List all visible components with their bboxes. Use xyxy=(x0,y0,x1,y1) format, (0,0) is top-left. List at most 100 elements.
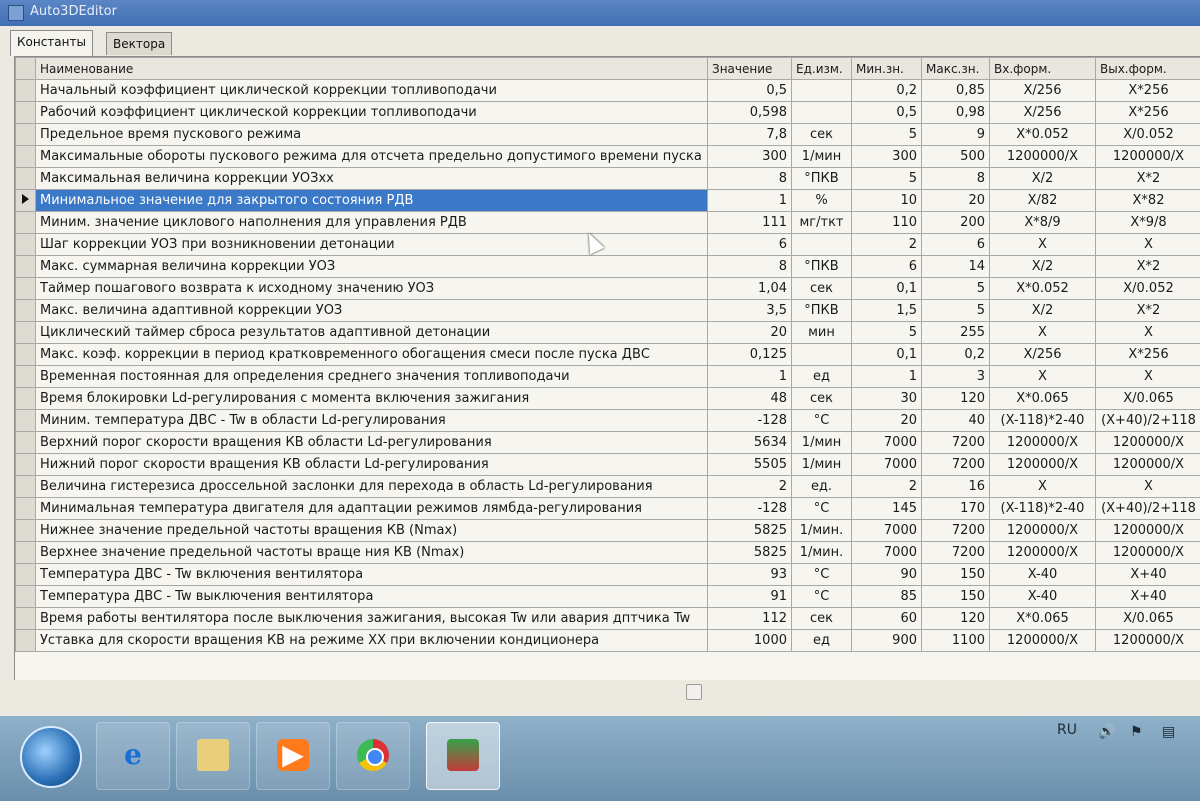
cell-value[interactable]: 5505 xyxy=(707,453,792,476)
cell-min[interactable]: 6 xyxy=(851,255,922,278)
cell-unit[interactable]: °ПКВ xyxy=(791,299,852,322)
cell-max[interactable]: 0,2 xyxy=(921,343,990,366)
cell-name[interactable]: Рабочий коэффициент циклической коррекци… xyxy=(35,101,708,124)
row-indicator[interactable] xyxy=(15,255,36,278)
cell-name[interactable]: Минимальное значение для закрытого состо… xyxy=(35,189,708,212)
cell-output-formula[interactable]: X*82 xyxy=(1095,189,1200,212)
cell-name[interactable]: Макс. коэф. коррекции в период кратковре… xyxy=(35,343,708,366)
table-row[interactable]: Нижнее значение предельной частоты враще… xyxy=(15,519,1200,542)
cell-name[interactable]: Шаг коррекции УОЗ при возникновении дето… xyxy=(35,233,708,256)
cell-output-formula[interactable]: X/0.052 xyxy=(1095,277,1200,300)
cell-unit[interactable]: ед xyxy=(791,629,852,652)
cell-value[interactable]: 0,598 xyxy=(707,101,792,124)
cell-name[interactable]: Температура ДВС - Tw выключения вентилят… xyxy=(35,585,708,608)
cell-input-formula[interactable]: 1200000/X xyxy=(989,145,1096,168)
cell-output-formula[interactable]: X xyxy=(1095,365,1200,388)
cell-max[interactable]: 9 xyxy=(921,123,990,146)
cell-unit[interactable]: % xyxy=(791,189,852,212)
cell-min[interactable]: 20 xyxy=(851,409,922,432)
cell-max[interactable]: 200 xyxy=(921,211,990,234)
cell-min[interactable]: 0,5 xyxy=(851,101,922,124)
cell-max[interactable]: 150 xyxy=(921,563,990,586)
table-row[interactable]: Время работы вентилятора после выключени… xyxy=(15,607,1200,630)
cell-input-formula[interactable]: X*0.065 xyxy=(989,387,1096,410)
cell-name[interactable]: Время блокировки Ld-регулирования с моме… xyxy=(35,387,708,410)
cell-name[interactable]: Нижний порог скорости вращения КВ област… xyxy=(35,453,708,476)
cell-min[interactable]: 0,2 xyxy=(851,79,922,102)
cell-unit[interactable]: °C xyxy=(791,585,852,608)
cell-value[interactable]: 7,8 xyxy=(707,123,792,146)
cell-name[interactable]: Верхнее значение предельной частоты вращ… xyxy=(35,541,708,564)
row-indicator[interactable] xyxy=(15,277,36,300)
network-icon[interactable]: ▤ xyxy=(1162,724,1180,740)
cell-value[interactable]: 112 xyxy=(707,607,792,630)
table-row[interactable]: Верхний порог скорости вращения КВ облас… xyxy=(15,431,1200,454)
cell-output-formula[interactable]: X*256 xyxy=(1095,343,1200,366)
row-indicator[interactable] xyxy=(15,585,36,608)
row-indicator[interactable] xyxy=(15,475,36,498)
cell-value[interactable]: 6 xyxy=(707,233,792,256)
cell-unit[interactable] xyxy=(791,233,852,256)
cell-input-formula[interactable]: 1200000/X xyxy=(989,629,1096,652)
cell-max[interactable]: 500 xyxy=(921,145,990,168)
cell-input-formula[interactable]: X-40 xyxy=(989,563,1096,586)
cell-value[interactable]: 1 xyxy=(707,365,792,388)
table-row[interactable]: Время блокировки Ld-регулирования с моме… xyxy=(15,387,1200,410)
cell-value[interactable]: 300 xyxy=(707,145,792,168)
cell-min[interactable]: 1 xyxy=(851,365,922,388)
row-indicator[interactable] xyxy=(15,541,36,564)
cell-unit[interactable]: сек xyxy=(791,387,852,410)
cell-unit[interactable]: мг/ткт xyxy=(791,211,852,234)
cell-value[interactable]: -128 xyxy=(707,497,792,520)
cell-output-formula[interactable]: X*9/8 xyxy=(1095,211,1200,234)
cell-min[interactable]: 0,1 xyxy=(851,277,922,300)
cell-unit[interactable]: 1/мин xyxy=(791,145,852,168)
cell-input-formula[interactable]: X/256 xyxy=(989,101,1096,124)
cell-name[interactable]: Величина гистерезиса дроссельной заслонк… xyxy=(35,475,708,498)
row-indicator[interactable] xyxy=(15,453,36,476)
cell-output-formula[interactable]: X/0.052 xyxy=(1095,123,1200,146)
cell-max[interactable]: 40 xyxy=(921,409,990,432)
auto3deditor-button[interactable] xyxy=(426,722,500,790)
cell-min[interactable]: 7000 xyxy=(851,431,922,454)
cell-max[interactable]: 7200 xyxy=(921,541,990,564)
cell-value[interactable]: 20 xyxy=(707,321,792,344)
cell-output-formula[interactable]: 1200000/X xyxy=(1095,453,1200,476)
cell-name[interactable]: Время работы вентилятора после выключени… xyxy=(35,607,708,630)
cell-min[interactable]: 2 xyxy=(851,233,922,256)
cell-min[interactable]: 30 xyxy=(851,387,922,410)
cell-value[interactable]: 8 xyxy=(707,255,792,278)
cell-input-formula[interactable]: X*0.065 xyxy=(989,607,1096,630)
row-indicator[interactable] xyxy=(15,629,36,652)
cell-value[interactable]: 2 xyxy=(707,475,792,498)
cell-max[interactable]: 7200 xyxy=(921,431,990,454)
row-indicator[interactable] xyxy=(15,299,36,322)
column-header-output-formula[interactable]: Вых.форм. xyxy=(1095,57,1200,80)
cell-name[interactable]: Температура ДВС - Tw включения вентилято… xyxy=(35,563,708,586)
cell-output-formula[interactable]: 1200000/X xyxy=(1095,541,1200,564)
cell-output-formula[interactable]: (X+40)/2+118 xyxy=(1095,497,1200,520)
table-row[interactable]: Рабочий коэффициент циклической коррекци… xyxy=(15,101,1200,124)
row-indicator[interactable] xyxy=(15,387,36,410)
cell-input-formula[interactable]: X xyxy=(989,475,1096,498)
tab-vectors[interactable]: Вектора xyxy=(106,32,173,55)
cell-max[interactable]: 5 xyxy=(921,299,990,322)
row-indicator[interactable] xyxy=(15,497,36,520)
row-indicator[interactable] xyxy=(15,519,36,542)
cell-name[interactable]: Циклический таймер сброса результатов ад… xyxy=(35,321,708,344)
cell-input-formula[interactable]: X*0.052 xyxy=(989,123,1096,146)
row-indicator[interactable] xyxy=(15,563,36,586)
cell-input-formula[interactable]: X-40 xyxy=(989,585,1096,608)
cell-name[interactable]: Миним. значение циклового наполнения для… xyxy=(35,211,708,234)
column-header-value[interactable]: Значение xyxy=(707,57,792,80)
cell-value[interactable]: -128 xyxy=(707,409,792,432)
cell-name[interactable]: Макс. суммарная величина коррекции УОЗ xyxy=(35,255,708,278)
cell-value[interactable]: 91 xyxy=(707,585,792,608)
cell-input-formula[interactable]: X xyxy=(989,233,1096,256)
cell-unit[interactable] xyxy=(791,101,852,124)
table-row[interactable]: Временная постоянная для определения сре… xyxy=(15,365,1200,388)
cell-output-formula[interactable]: X xyxy=(1095,475,1200,498)
cell-min[interactable]: 2 xyxy=(851,475,922,498)
cell-unit[interactable]: ед. xyxy=(791,475,852,498)
cell-output-formula[interactable]: X*256 xyxy=(1095,79,1200,102)
